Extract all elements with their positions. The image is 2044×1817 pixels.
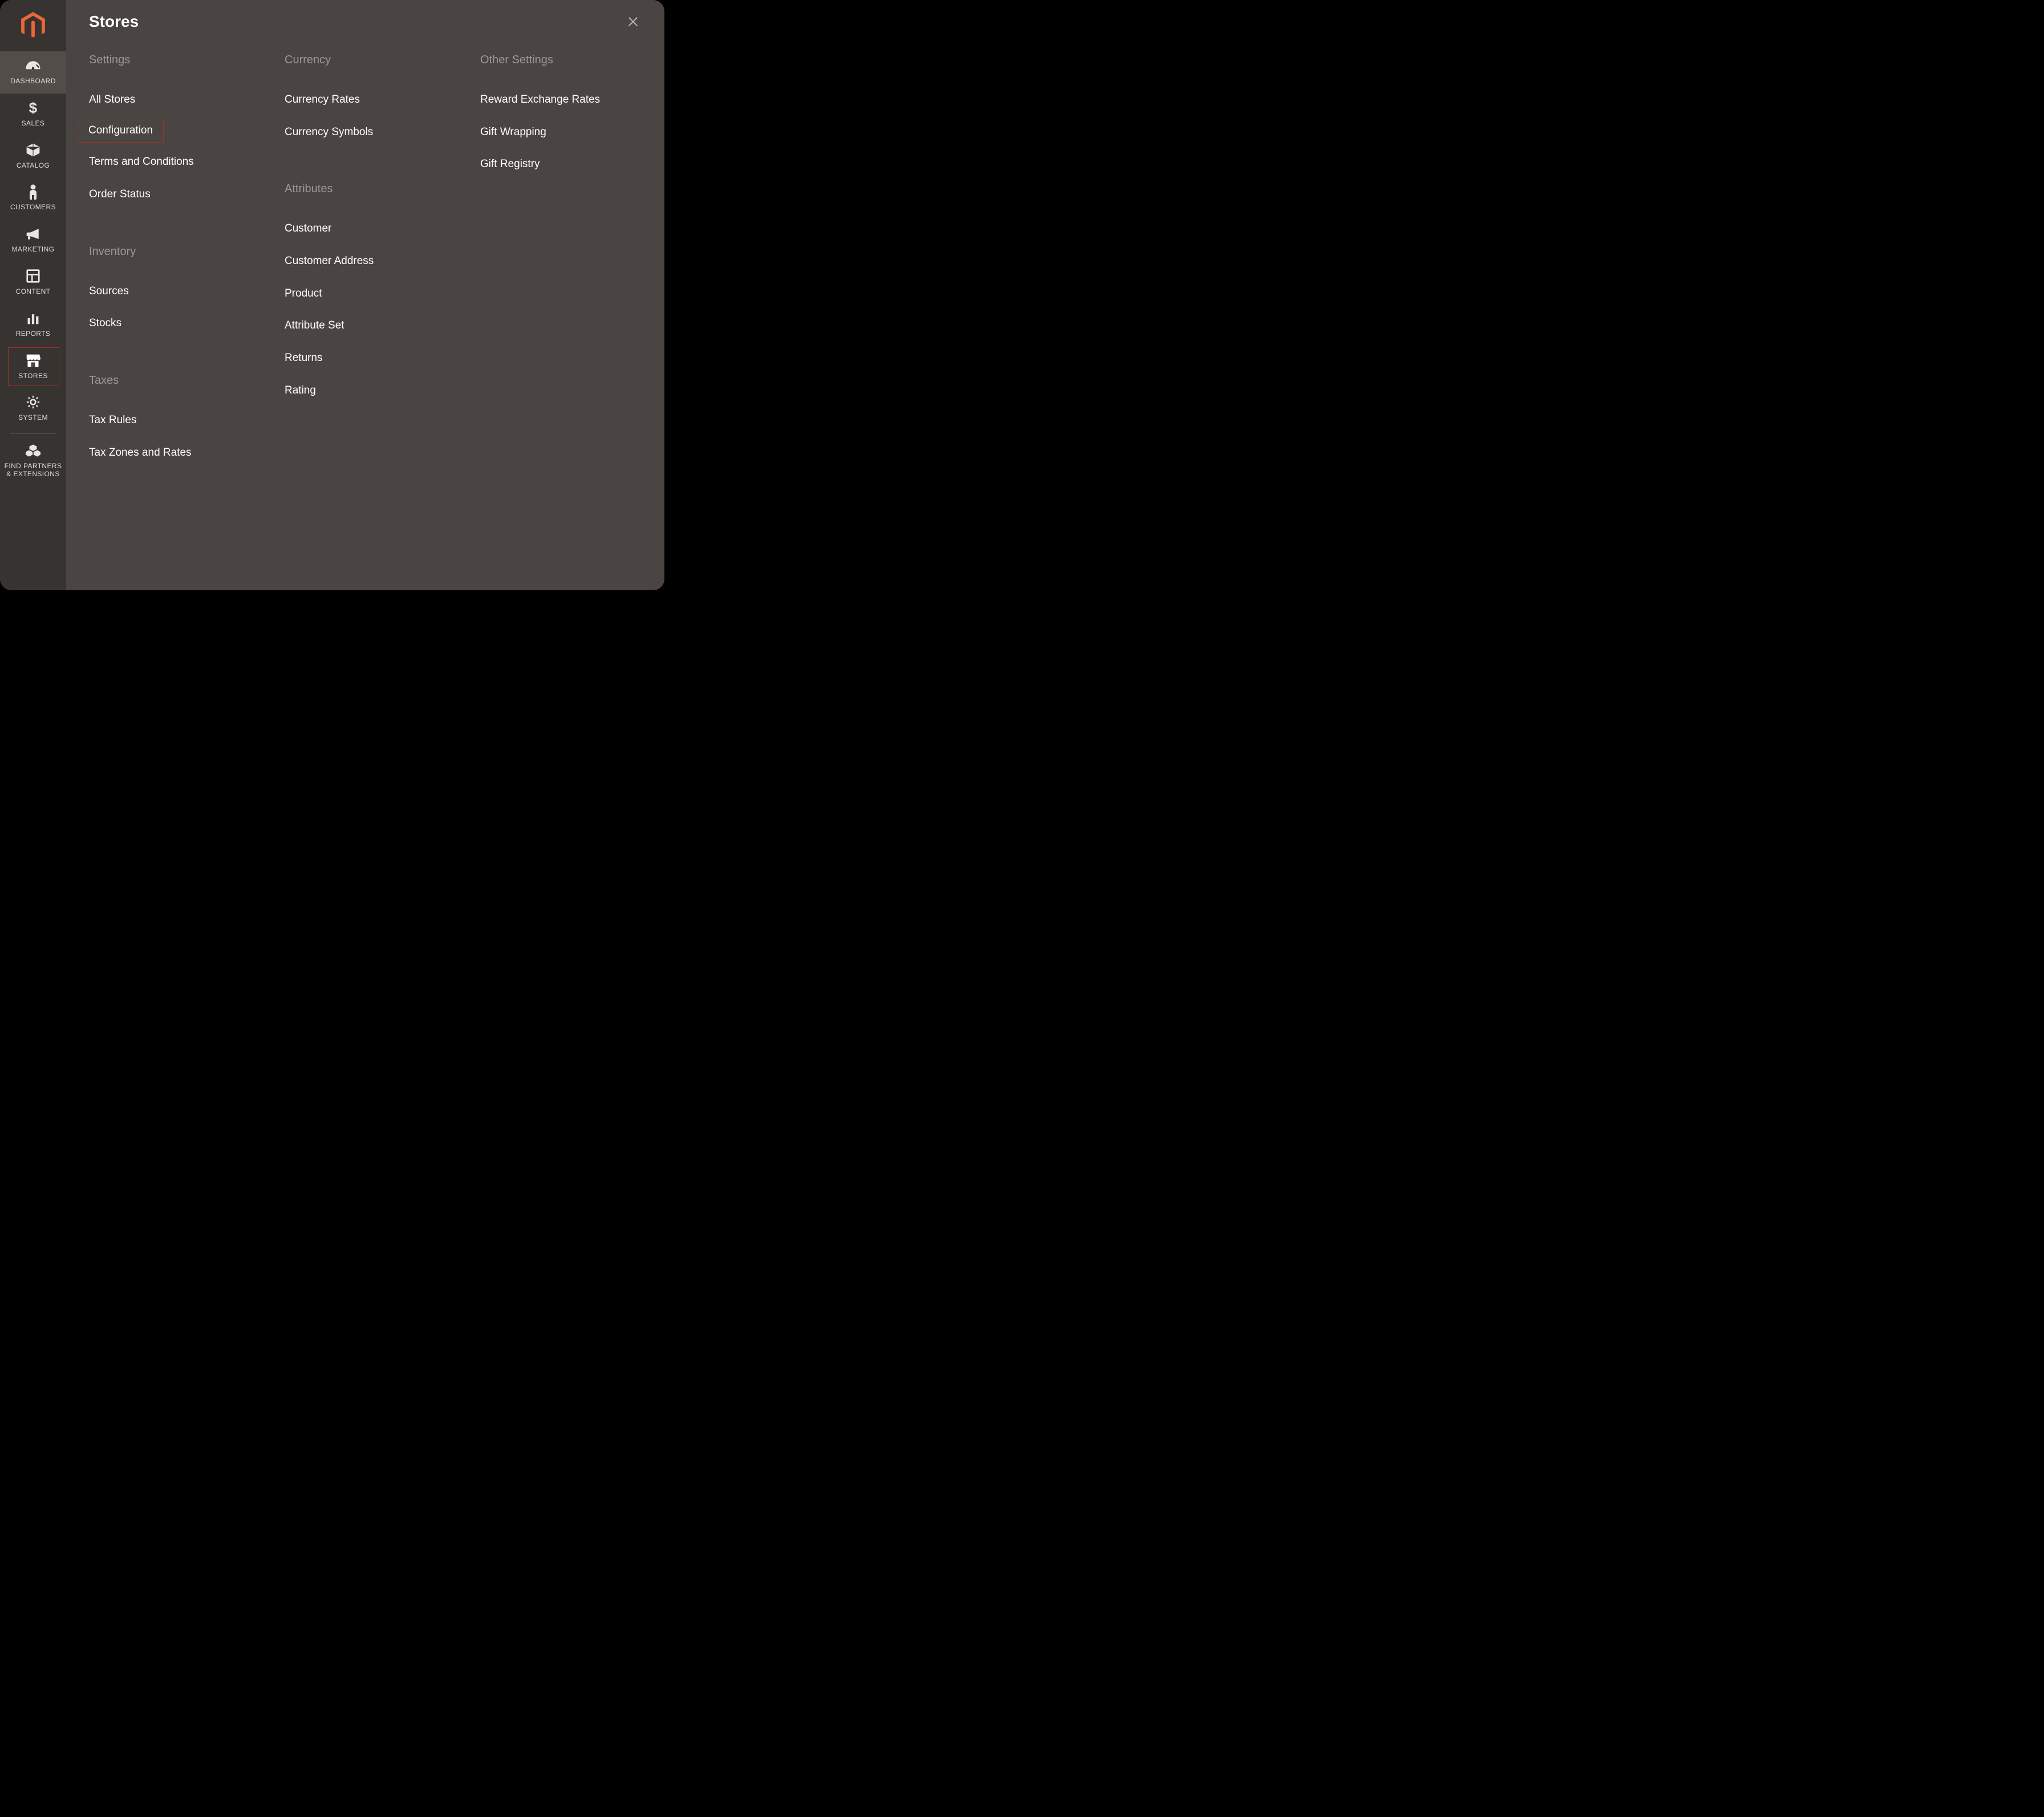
menu-link-sources[interactable]: Sources [89, 275, 250, 308]
svg-text:$: $ [29, 100, 38, 116]
nav-label: SALES [0, 120, 66, 128]
menu-group-currency: Currency Currency RatesCurrency Symbols [285, 54, 446, 148]
nav-label: CUSTOMERS [0, 204, 66, 212]
flyout-header: Stores [66, 0, 664, 31]
menu-link-currency-rates[interactable]: Currency Rates [285, 84, 446, 116]
nav-label: FIND PARTNERS & EXTENSIONS [0, 463, 66, 478]
nav-item-reports[interactable]: REPORTS [0, 304, 66, 346]
megaphone-icon [0, 225, 66, 242]
cubes-icon [0, 442, 66, 459]
store-icon [0, 352, 66, 369]
menu-link-gift-registry[interactable]: Gift Registry [480, 148, 642, 181]
nav-item-system[interactable]: SYSTEM [0, 388, 66, 430]
bars-icon [0, 310, 66, 327]
menu-group-other-settings: Other SettingsReward Exchange RatesGift … [480, 54, 642, 181]
nav-item-sales[interactable]: $ SALES [0, 94, 66, 136]
admin-app: DASHBOARD $ SALES CATALOG CUSTOMERS MARK… [0, 0, 664, 590]
menu-link-terms-and-conditions[interactable]: Terms and Conditions [89, 146, 250, 179]
flyout-column: Settings All Stores Configuration Terms and… [89, 54, 250, 486]
menu-link-tax-zones-and-rates[interactable]: Tax Zones and Rates [89, 437, 250, 469]
nav-label: REPORTS [0, 330, 66, 338]
nav-item-catalog[interactable]: CATALOG [0, 136, 66, 178]
menu-link-product[interactable]: Product [285, 278, 446, 310]
group-title: Other Settings [480, 54, 642, 67]
nav-label: STORES [0, 372, 66, 380]
menu-link-stocks[interactable]: Stocks [89, 307, 250, 340]
box-icon [0, 141, 66, 159]
dollar-icon: $ [0, 99, 66, 116]
group-title: Attributes [285, 182, 446, 196]
group-title: Currency [285, 54, 446, 67]
close-button[interactable] [624, 13, 642, 30]
menu-link-all-stores[interactable]: All Stores [89, 84, 250, 116]
menu-group-inventory: Inventory SourcesStocks [89, 245, 250, 340]
nav-label: SYSTEM [0, 414, 66, 422]
nav-item-dashboard[interactable]: DASHBOARD [0, 51, 66, 94]
menu-link-rating[interactable]: Rating [285, 375, 446, 407]
group-title: Settings [89, 54, 250, 67]
nav-item-marketing[interactable]: MARKETING [0, 220, 66, 262]
magento-logo-icon [21, 12, 45, 39]
nav-item-content[interactable]: CONTENT [0, 262, 66, 304]
gauge-icon [0, 57, 66, 74]
person-icon [0, 183, 66, 200]
group-title: Inventory [89, 245, 250, 258]
gear-icon [0, 394, 66, 411]
menu-group-settings: Settings All Stores Configuration Terms and… [89, 54, 250, 211]
nav-divider [10, 433, 56, 434]
magento-logo[interactable] [0, 0, 66, 51]
menu-link-gift-wrapping[interactable]: Gift Wrapping [480, 116, 642, 149]
menu-link-attribute-set[interactable]: Attribute Set [285, 310, 446, 342]
flyout-title: Stores [89, 13, 139, 31]
menu-link-tax-rules[interactable]: Tax Rules [89, 404, 250, 437]
menu-link-returns[interactable]: Returns [285, 342, 446, 375]
menu-group-taxes: Taxes Tax RulesTax Zones and Rates [89, 374, 250, 469]
close-icon [627, 15, 639, 28]
nav-item-customers[interactable]: CUSTOMERS [0, 177, 66, 220]
flyout-column: Currency Currency RatesCurrency Symbols At… [285, 54, 446, 486]
nav-label: MARKETING [0, 246, 66, 254]
menu-group-attributes: Attributes CustomerCustomer AddressProduc… [285, 182, 446, 407]
nav-label: DASHBOARD [0, 78, 66, 86]
nav-item-find-partners-extensions[interactable]: FIND PARTNERS & EXTENSIONS [0, 436, 66, 486]
menu-link-customer[interactable]: Customer [285, 213, 446, 245]
stores-flyout: Stores Settings All Stores Configuration Te… [66, 0, 664, 590]
menu-link-order-status[interactable]: Order Status [89, 179, 250, 211]
nav-label: CATALOG [0, 162, 66, 170]
layout-icon [0, 267, 66, 285]
menu-link-reward-exchange-rates[interactable]: Reward Exchange Rates [480, 84, 642, 116]
admin-sidebar: DASHBOARD $ SALES CATALOG CUSTOMERS MARK… [0, 0, 66, 590]
menu-link-configuration[interactable]: Configuration [88, 124, 153, 138]
flyout-columns: Settings All Stores Configuration Terms and… [66, 31, 664, 486]
flyout-column: Other SettingsReward Exchange RatesGift … [480, 54, 642, 486]
menu-link-currency-symbols[interactable]: Currency Symbols [285, 116, 446, 149]
highlight-box: Configuration [79, 120, 164, 143]
nav-item-stores[interactable]: STORES [0, 346, 66, 388]
group-title: Taxes [89, 374, 250, 387]
nav-label: CONTENT [0, 288, 66, 296]
menu-link-customer-address[interactable]: Customer Address [285, 245, 446, 278]
